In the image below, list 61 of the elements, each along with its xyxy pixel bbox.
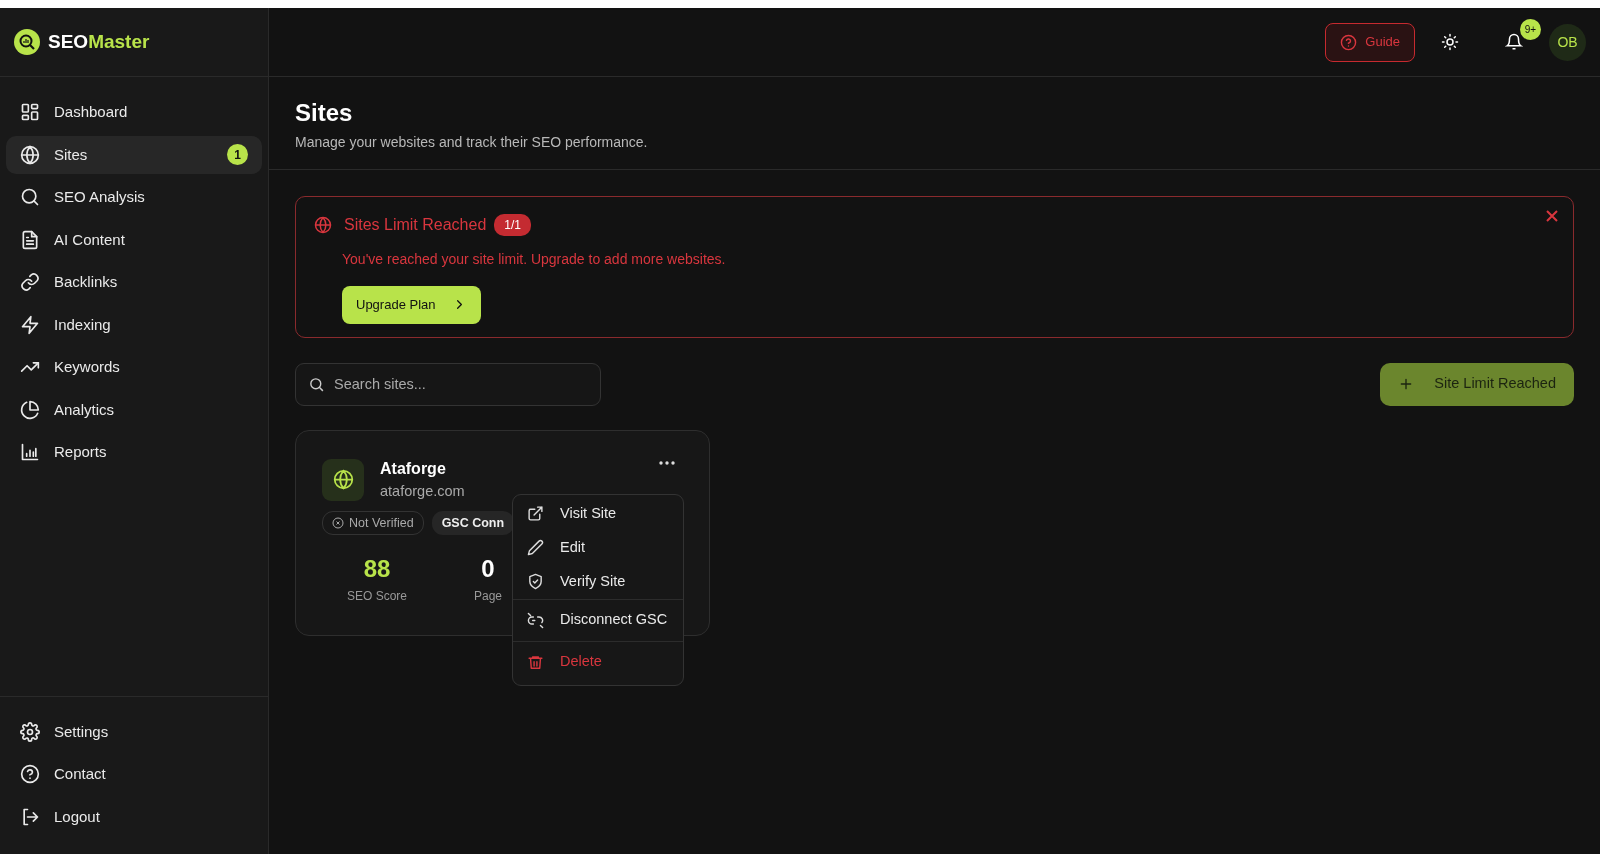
sidebar-item[interactable]: Keywords xyxy=(6,348,262,387)
link-icon xyxy=(20,272,40,293)
sidebar-item[interactable]: Backlinks xyxy=(6,263,262,302)
sidebar-item[interactable]: SEO Analysis xyxy=(6,178,262,217)
stat-label: SEO Score xyxy=(347,588,407,606)
sidebar-item[interactable]: Contact xyxy=(6,755,262,794)
site-domain: ataforge.com xyxy=(380,481,465,501)
stat-label: Page xyxy=(474,588,502,606)
sidebar-item[interactable]: Indexing xyxy=(6,305,262,344)
page-title: Sites xyxy=(295,99,354,128)
dashboard-icon xyxy=(20,102,40,123)
menu-item[interactable]: Disconnect GSC xyxy=(513,598,683,641)
sidebar-item[interactable]: Dashboard xyxy=(6,93,262,132)
stat-value: 88 xyxy=(363,554,391,585)
more-options-icon[interactable] xyxy=(659,460,675,465)
user-avatar[interactable]: OB xyxy=(1549,23,1586,61)
bar-chart-icon xyxy=(20,442,40,463)
sidebar-item[interactable]: AI Content xyxy=(6,220,262,259)
page-subtitle: Manage your websites and track their SEO performance. xyxy=(295,132,649,152)
sidebar-item[interactable]: Analytics xyxy=(6,390,262,429)
x-circle-icon xyxy=(332,516,344,529)
settings-icon xyxy=(20,721,40,742)
alert-message: You've reached your site limit. Upgrade to add more websites. xyxy=(342,249,727,269)
search-icon xyxy=(308,375,325,393)
menu-item[interactable]: Verify Site xyxy=(513,564,683,599)
menu-item[interactable]: Edit xyxy=(513,530,683,565)
verification-status: Not Verified xyxy=(322,510,424,536)
site-icon xyxy=(322,458,364,501)
globe-icon xyxy=(20,144,40,165)
help-icon xyxy=(20,764,40,785)
menu-item[interactable]: Delete xyxy=(513,640,683,683)
limit-count: 1/1 xyxy=(494,213,531,236)
notification-badge: 9+ xyxy=(1520,19,1541,40)
stat-value: 0 xyxy=(481,554,495,585)
external-link-icon xyxy=(527,505,544,523)
count-badge: 1 xyxy=(227,144,248,166)
broken-link-icon xyxy=(527,611,544,629)
logo-icon xyxy=(14,29,40,55)
alert-title: Sites Limit Reached xyxy=(344,214,487,235)
upgrade-button[interactable]: Upgrade Plan xyxy=(342,285,481,324)
logout-icon xyxy=(20,806,40,827)
search-field[interactable]: Search sites... xyxy=(295,362,601,406)
search-icon xyxy=(20,187,40,208)
sidebar-item[interactable]: Sites 1 xyxy=(6,135,262,174)
help-icon xyxy=(1340,33,1358,51)
menu-item[interactable]: Visit Site xyxy=(513,496,683,531)
guide-button[interactable]: Guide xyxy=(1325,22,1415,62)
sidebar-item[interactable]: Settings xyxy=(6,712,262,751)
shield-check-icon xyxy=(527,573,544,591)
pencil-icon xyxy=(527,539,544,557)
trash-icon xyxy=(527,653,544,671)
document-icon xyxy=(20,229,40,250)
globe-icon xyxy=(314,215,332,234)
lightning-icon xyxy=(20,314,40,335)
site-name: Ataforge xyxy=(380,458,447,479)
pie-chart-icon xyxy=(20,399,40,420)
gsc-status: GSC Conn xyxy=(431,510,515,536)
close-icon[interactable] xyxy=(1545,208,1559,223)
sidebar-item[interactable]: Reports xyxy=(6,433,262,472)
sidebar-item[interactable]: Logout xyxy=(6,797,262,836)
logo-text: SEOMaster xyxy=(48,29,150,54)
